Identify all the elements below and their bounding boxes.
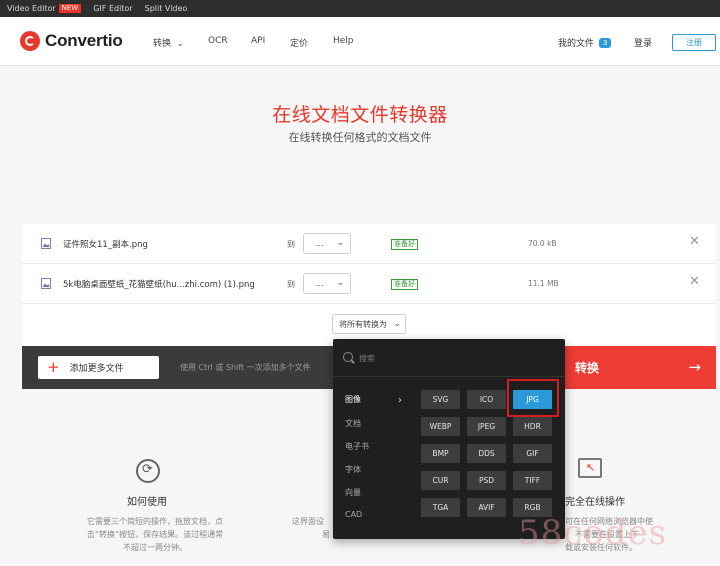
search-icon <box>343 352 353 362</box>
nav-pricing[interactable]: 定价 <box>290 36 308 49</box>
nav-help[interactable]: Help <box>333 36 354 46</box>
chevron-right-icon: › <box>398 395 402 406</box>
format-select[interactable]: ... ⌄ <box>303 233 351 254</box>
arrow-right-icon: → <box>688 358 701 376</box>
format-bmp[interactable]: BMP <box>421 444 460 463</box>
file-name: 5k电脑桌面壁纸_花猫壁纸(hu...zhi.com) (1).png <box>63 280 255 290</box>
file-row: 5k电脑桌面壁纸_花猫壁纸(hu...zhi.com) (1).png 到 ..… <box>22 264 716 304</box>
format-gif[interactable]: GIF <box>513 444 552 463</box>
convertio-logo-icon <box>20 31 40 51</box>
chevron-down-icon: ⌄ <box>393 319 401 329</box>
chevron-down-icon: ⌄ <box>336 278 344 288</box>
plus-icon: + <box>47 358 60 376</box>
how-to-text: 它需要三个简短的操作，拖放文档，点 击“转换”按钮，保存结果。该过程通常 不超过… <box>86 517 224 552</box>
image-file-icon <box>41 238 51 249</box>
file-name: 证件照女11_副本.png <box>63 240 148 250</box>
logo-text: Convertio <box>45 31 123 50</box>
status-badge: 准备好 <box>391 279 418 290</box>
format-svg[interactable]: SVG <box>421 390 460 409</box>
files-count-badge: 3 <box>599 37 612 48</box>
watermark: 58codes <box>518 513 668 553</box>
nav-convert[interactable]: 转换 ⌄ <box>153 36 184 49</box>
image-file-icon <box>41 278 51 289</box>
to-label: 到 <box>287 240 295 249</box>
format-tiff[interactable]: TIFF <box>513 471 552 490</box>
format-webp[interactable]: WEBP <box>421 417 460 436</box>
how-to-title: 如何使用 <box>127 497 167 508</box>
video-editor-link[interactable]: Video Editor NEW <box>7 4 82 13</box>
file-row: 证件照女11_副本.png 到 ... ⌄ 准备好 70.0 kB ✕ <box>22 224 716 264</box>
chevron-down-icon: ⌄ <box>176 39 184 48</box>
close-icon[interactable]: ✕ <box>689 274 700 289</box>
search-input[interactable] <box>359 351 549 365</box>
convert-all-select[interactable]: 将所有转换为 ⌄ <box>332 314 406 334</box>
register-button[interactable]: 注册 <box>672 34 716 51</box>
format-jpeg[interactable]: JPEG <box>467 417 506 436</box>
top-toolbar: Video Editor NEW GIF Editor Split Video <box>0 0 720 17</box>
my-files-link[interactable]: 我的文件 3 <box>558 36 612 49</box>
gif-editor-link[interactable]: GIF Editor <box>93 4 132 13</box>
highlight-box <box>507 379 559 417</box>
nav-api[interactable]: API <box>251 36 265 46</box>
format-cur[interactable]: CUR <box>421 471 460 490</box>
refresh-icon <box>136 459 160 483</box>
category-vector[interactable]: 向量 <box>345 487 361 498</box>
file-size: 11.1 MB <box>528 279 559 288</box>
status-badge: 准备好 <box>391 239 418 250</box>
format-hdr[interactable]: HDR <box>513 417 552 436</box>
category-document[interactable]: 文档 <box>345 418 361 429</box>
close-icon[interactable]: ✕ <box>689 234 700 249</box>
page-title: 在线文档文件转换器 <box>272 104 448 126</box>
login-link[interactable]: 登录 <box>634 36 652 49</box>
chevron-down-icon: ⌄ <box>336 238 344 248</box>
category-ebook[interactable]: 电子书 <box>345 441 369 452</box>
format-dds[interactable]: DDS <box>467 444 506 463</box>
format-search <box>333 339 565 377</box>
new-badge: NEW <box>58 4 82 13</box>
format-psd[interactable]: PSD <box>467 471 506 490</box>
category-cad[interactable]: CAD <box>345 510 362 519</box>
split-video-link[interactable]: Split Video <box>145 4 188 13</box>
format-select[interactable]: ... ⌄ <box>303 273 351 294</box>
format-dropdown: 图像 › 文档 电子书 字体 向量 CAD SVG ICO JPG WEBP J… <box>333 339 565 539</box>
convert-button[interactable]: 转换 → <box>564 346 716 389</box>
logo[interactable]: Convertio <box>20 31 123 51</box>
multi-select-hint: 使用 Ctrl 或 Shift 一次添加多个文件 <box>180 363 311 372</box>
online-title: 完全在线操作 <box>565 497 625 508</box>
page-subtitle: 在线转换任何格式的文档文件 <box>288 131 432 144</box>
file-size: 70.0 kB <box>528 239 557 248</box>
category-image[interactable]: 图像 <box>345 394 361 405</box>
add-more-files-button[interactable]: + 添加更多文件 <box>38 356 159 379</box>
nav-ocr[interactable]: OCR <box>208 36 228 46</box>
cursor-icon <box>578 458 602 478</box>
format-ico[interactable]: ICO <box>467 390 506 409</box>
format-avif[interactable]: AVIF <box>467 498 506 517</box>
category-font[interactable]: 字体 <box>345 464 361 475</box>
format-tga[interactable]: TGA <box>421 498 460 517</box>
to-label: 到 <box>287 280 295 289</box>
ease-text: 这界面设 易 <box>292 517 330 539</box>
main-nav: Convertio 转换 ⌄ OCR API 定价 Help 我的文件 3 登录 <box>0 17 720 66</box>
